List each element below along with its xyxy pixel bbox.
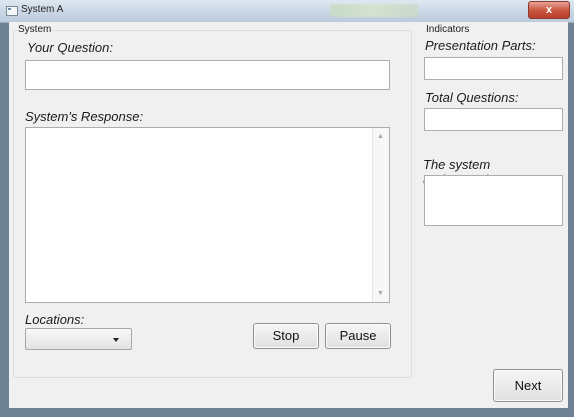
application-window: System A x System Your Question: System'… xyxy=(0,0,574,417)
your-question-label: Your Question: xyxy=(27,40,113,55)
presentation-parts-label: Presentation Parts: xyxy=(425,38,536,53)
your-question-input[interactable] xyxy=(25,60,390,90)
next-button[interactable]: Next xyxy=(493,369,563,402)
total-questions-field[interactable] xyxy=(424,108,563,131)
system-response-textarea[interactable]: ▲ ▼ xyxy=(25,127,390,303)
window-title: System A xyxy=(21,4,64,15)
response-scrollbar[interactable]: ▲ ▼ xyxy=(372,128,389,302)
locations-dropdown[interactable] xyxy=(25,328,132,350)
scroll-up-icon[interactable]: ▲ xyxy=(377,133,384,140)
scroll-down-icon[interactable]: ▼ xyxy=(377,290,384,297)
pause-button[interactable]: Pause xyxy=(325,323,391,349)
indicators-group-label: Indicators xyxy=(425,24,471,35)
taskbar-preview-blur xyxy=(330,4,418,17)
presentation-parts-field[interactable] xyxy=(424,57,563,80)
locations-label: Locations: xyxy=(25,312,85,327)
total-questions-label: Total Questions: xyxy=(425,90,519,105)
chevron-down-icon xyxy=(113,338,119,342)
system-group-label: System xyxy=(17,24,53,35)
title-bar[interactable]: System A x xyxy=(0,0,574,23)
close-button[interactable]: x xyxy=(528,1,570,19)
window-client-area: System Your Question: System's Response:… xyxy=(9,22,568,408)
system-understands-field[interactable] xyxy=(424,175,563,226)
system-response-label: System's Response: xyxy=(25,109,144,124)
stop-button[interactable]: Stop xyxy=(253,323,319,349)
app-icon xyxy=(6,6,18,16)
